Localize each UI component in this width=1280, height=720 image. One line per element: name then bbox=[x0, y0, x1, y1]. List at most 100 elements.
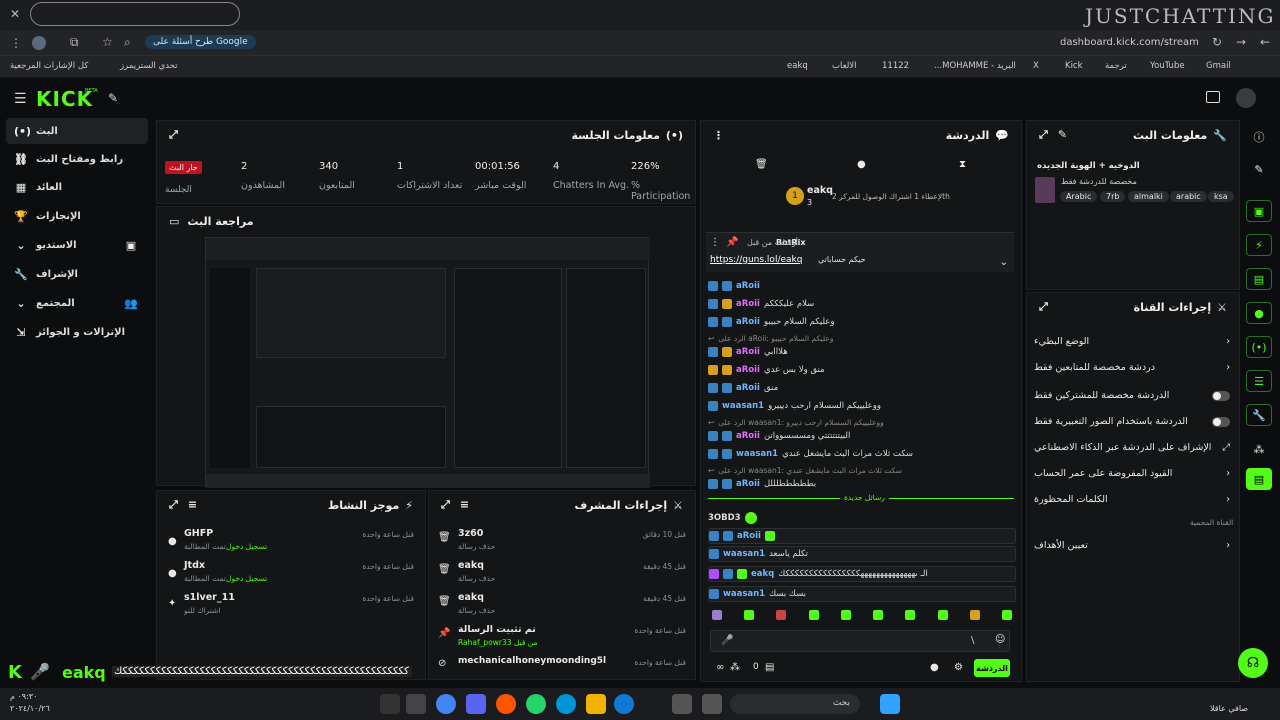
users-icon[interactable]: ⁂ bbox=[730, 662, 740, 673]
note-icon[interactable]: ▤ bbox=[1246, 268, 1272, 290]
settings-taskbar-icon[interactable] bbox=[380, 694, 400, 714]
discord-icon[interactable] bbox=[466, 694, 486, 714]
user-avatar[interactable] bbox=[1236, 88, 1256, 108]
sidebar-item-drops[interactable]: ⇲ الإنزالات و الجوائز bbox=[6, 319, 148, 345]
expand-icon[interactable]: ⤢ bbox=[169, 498, 178, 512]
whatsapp-icon[interactable] bbox=[526, 694, 546, 714]
hamburger-icon[interactable]: ☰ bbox=[14, 91, 27, 107]
bookmark-all[interactable]: كل الإشارات المرجعية bbox=[10, 61, 88, 71]
chat-message[interactable]: aRoii البيتتتتتتي ومسسسوواتن bbox=[708, 428, 1016, 444]
wrench-icon[interactable]: 🔧 bbox=[1246, 404, 1272, 426]
bookmark-4[interactable]: 11122 bbox=[882, 61, 909, 71]
emote-icon[interactable] bbox=[969, 610, 980, 620]
filter-icon[interactable]: ≡ bbox=[460, 498, 469, 512]
app-taskbar-icon[interactable] bbox=[406, 694, 426, 714]
bookmark-10[interactable]: Gmail bbox=[1206, 61, 1231, 71]
chat-message[interactable]: aRoii bbox=[708, 528, 1016, 544]
reload-icon[interactable]: ↻ bbox=[1212, 35, 1222, 49]
gift-icon[interactable]: ▤ bbox=[765, 662, 774, 673]
camera-icon[interactable]: ▣ bbox=[1246, 200, 1272, 222]
bookmark-8[interactable]: ترجمة bbox=[1105, 61, 1127, 71]
windows-start-icon[interactable] bbox=[880, 694, 900, 714]
pinned-link[interactable]: https://guns.lol/eakq bbox=[710, 255, 802, 265]
filter-icon[interactable]: ≡ bbox=[188, 498, 197, 512]
followers-only-row[interactable]: دردشة مخصصة للمتابعين فقط › bbox=[1034, 362, 1230, 373]
chat-icon[interactable]: ● bbox=[1246, 302, 1272, 324]
chat-message[interactable]: waasan1 بسك بسك bbox=[708, 586, 1016, 602]
taskbar-search[interactable]: بحث bbox=[730, 694, 860, 714]
chat-message[interactable]: aRoii منق bbox=[708, 380, 1016, 396]
chat-message[interactable]: aRoii وعليكم السلام حبيبو bbox=[708, 314, 1016, 330]
extensions-icon[interactable]: ⧉ bbox=[70, 35, 79, 50]
emote-icon[interactable] bbox=[776, 610, 787, 620]
more-icon[interactable]: ⋮ bbox=[713, 129, 724, 142]
bookmark-2[interactable]: eakq bbox=[787, 61, 808, 71]
forward-icon[interactable]: → bbox=[1236, 35, 1246, 49]
bookmark-3[interactable]: الالعاب bbox=[832, 61, 857, 71]
star-icon[interactable]: ☆ bbox=[102, 35, 113, 49]
emote-icon[interactable] bbox=[937, 610, 948, 620]
bookmark-1[interactable]: تحدي الستريمرز bbox=[120, 61, 178, 71]
goals-row[interactable]: تعيين الأهداف › bbox=[1034, 540, 1230, 551]
edit-icon[interactable]: ✎ bbox=[1246, 158, 1272, 180]
sidebar-item-stream-key[interactable]: ⛓ رابط ومفتاح البث bbox=[6, 146, 148, 172]
active-tool-icon[interactable]: ▤ bbox=[1246, 468, 1272, 490]
chat-bubble-icon[interactable]: ● bbox=[857, 159, 866, 170]
emote-icon[interactable] bbox=[744, 610, 755, 620]
infinity-icon[interactable]: ∞ bbox=[716, 662, 724, 673]
emote-only-row[interactable]: الدردشة باستخدام الصور التعبيرية فقط bbox=[1034, 416, 1230, 427]
avatar[interactable] bbox=[32, 36, 46, 50]
bookmark-5[interactable]: ...MOHAMME - البريد bbox=[934, 61, 1016, 71]
sidebar-item-revenue[interactable]: ▦ العائد bbox=[6, 174, 148, 200]
more-icon[interactable]: ⋮ bbox=[710, 237, 720, 248]
sidebar-item-community[interactable]: ⌄ المجتمع 👥 bbox=[6, 290, 148, 316]
expand-icon[interactable]: ⤢ bbox=[1039, 300, 1048, 314]
edge-icon[interactable] bbox=[614, 694, 634, 714]
broadcast-icon[interactable]: (•) bbox=[1246, 336, 1272, 358]
chat-message[interactable]: waasan1 تكلم ياسعد bbox=[708, 546, 1016, 562]
expand-icon[interactable]: ⤢ bbox=[1039, 128, 1048, 142]
sidebar-item-moderation[interactable]: 🔧 الإشراف bbox=[6, 261, 148, 287]
sidebar-item-stream[interactable]: (•) البث bbox=[6, 118, 148, 144]
expand-icon[interactable]: ⤢ bbox=[169, 128, 178, 142]
emote-icon[interactable] bbox=[905, 610, 916, 620]
ai-moderation-row[interactable]: الإشراف على الدردشة عبر الذكاء الاصطناعي… bbox=[1034, 442, 1230, 453]
stream-preview-video[interactable] bbox=[205, 237, 650, 488]
bookmark-7[interactable]: Kick bbox=[1065, 61, 1083, 71]
pin-icon[interactable]: 📌 bbox=[726, 237, 738, 248]
folder-icon[interactable] bbox=[586, 694, 606, 714]
info-icon[interactable]: ⓘ bbox=[1246, 126, 1272, 148]
chat-message[interactable]: aRoii بطططططلللل bbox=[708, 476, 1016, 492]
emote-icon[interactable] bbox=[873, 610, 884, 620]
send-button[interactable]: الدردشة bbox=[974, 659, 1010, 677]
back-icon[interactable]: ← bbox=[1260, 35, 1270, 49]
emote-icon[interactable] bbox=[808, 610, 819, 620]
pin-icon[interactable]: ✎ bbox=[108, 91, 118, 105]
bookmark-9[interactable]: YouTube bbox=[1150, 61, 1185, 71]
headset-icon[interactable]: ☊ bbox=[1238, 648, 1268, 678]
chrome-icon[interactable] bbox=[436, 694, 456, 714]
users-icon[interactable]: ⁂ bbox=[1246, 438, 1272, 460]
chevron-down-icon[interactable]: ⌄ bbox=[1000, 257, 1008, 268]
sidebar-item-achievements[interactable]: 🏆 الإنجازات bbox=[6, 203, 148, 229]
account-age-row[interactable]: القيود المفروضة على عمر الحساب › bbox=[1034, 468, 1230, 479]
trash-icon[interactable]: 🗑 bbox=[755, 159, 768, 170]
pinned-message[interactable]: ⋮ 📌 BotRix أرسلت من قبل https://guns.lol… bbox=[706, 232, 1014, 272]
subs-only-toggle[interactable] bbox=[1212, 390, 1230, 401]
chat-message[interactable]: aRoii bbox=[708, 278, 1016, 294]
chat-message[interactable]: waasan1 سكت ثلاث مرات البث مايشغل عندي bbox=[708, 446, 1016, 462]
hourglass-icon[interactable]: ⧗ bbox=[959, 159, 966, 170]
google-ask-chip[interactable]: طرح أسئلة على Google bbox=[145, 35, 256, 49]
emoji-icon[interactable]: ☺ bbox=[995, 634, 1005, 645]
soundcloud-icon[interactable] bbox=[496, 694, 516, 714]
banned-words-row[interactable]: الكلمات المحظورة › bbox=[1034, 494, 1230, 505]
hp-icon[interactable] bbox=[556, 694, 576, 714]
menu-dots-icon[interactable]: ⋮ bbox=[10, 36, 22, 50]
chat-message[interactable]: waasan1 ووعليييكم السسلام ارحب ديييرو bbox=[708, 398, 1016, 414]
search-icon[interactable]: ⌕ bbox=[124, 35, 131, 50]
bolt-icon[interactable]: ⚡ bbox=[1246, 234, 1272, 256]
emote-icon[interactable] bbox=[1001, 610, 1012, 620]
edit-icon[interactable]: ✎ bbox=[1058, 128, 1067, 142]
chat-message[interactable]: aRoii سلام عليكككم bbox=[708, 296, 1016, 312]
chat-input[interactable]: 🎤 \ ☺ bbox=[710, 630, 1010, 652]
